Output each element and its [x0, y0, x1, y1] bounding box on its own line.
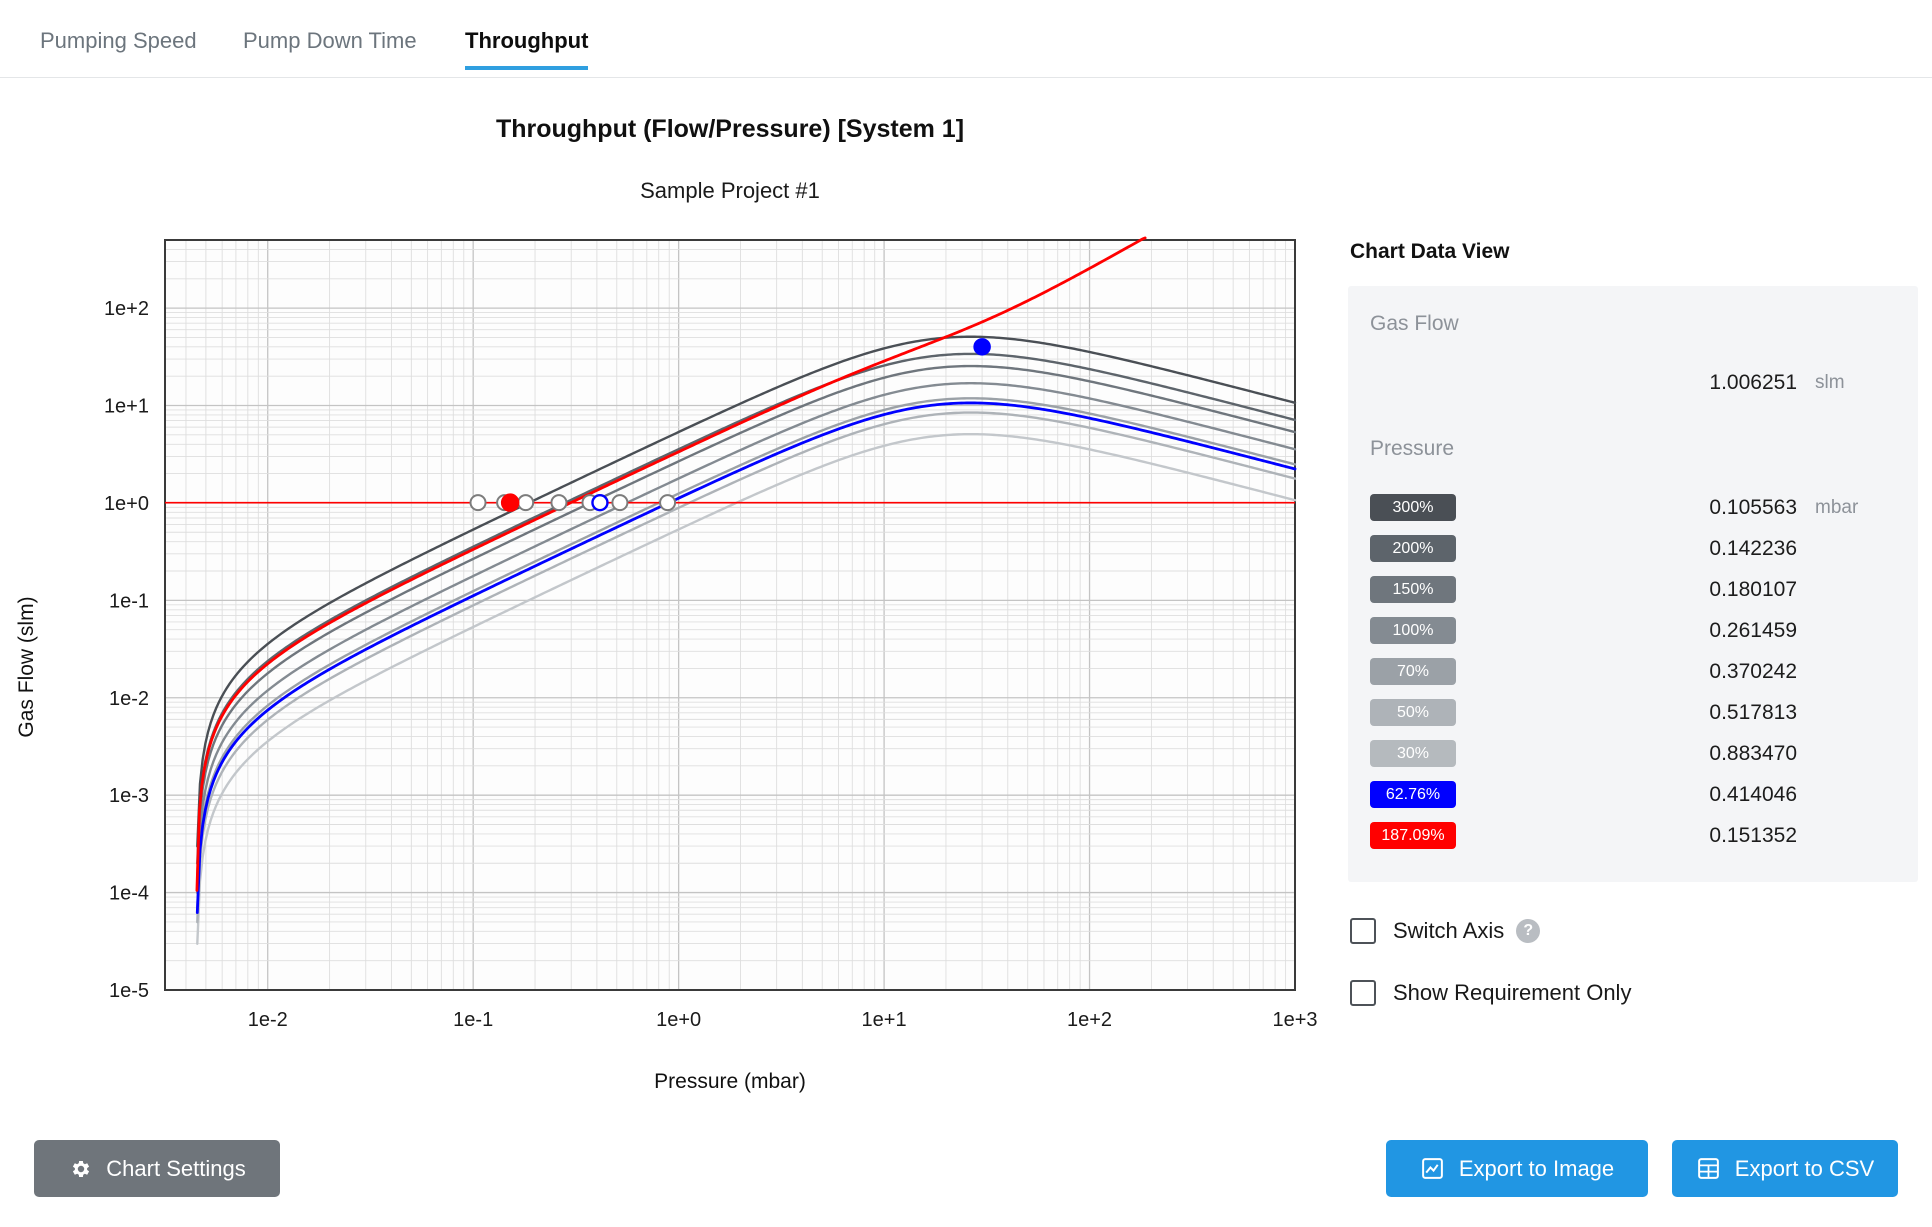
svg-text:1e+0: 1e+0 [656, 1009, 701, 1031]
pressure-row: 30% 0.883470 [1370, 733, 1890, 774]
pressure-value: 0.517813 [1709, 700, 1797, 724]
show-requirement-only-checkbox[interactable] [1350, 980, 1376, 1006]
series-badge[interactable]: 300% [1370, 494, 1456, 521]
pressure-value: 0.151352 [1709, 823, 1797, 847]
series-badge[interactable]: 30% [1370, 740, 1456, 767]
svg-text:1e-4: 1e-4 [109, 883, 149, 905]
pressure-row: 50% 0.517813 [1370, 692, 1890, 733]
series-badge[interactable]: 200% [1370, 535, 1456, 562]
pressure-value: 0.261459 [1709, 618, 1797, 642]
svg-text:1e+2: 1e+2 [1067, 1009, 1112, 1031]
svg-text:1e+3: 1e+3 [1272, 1009, 1317, 1031]
gas-flow-value: 1.006251 [1709, 370, 1797, 394]
throughput-plot[interactable]: 1e-2 1e-1 1e+0 1e+1 1e+2 1e+3 1e+2 1e+1 1e+0 1e-1… [0, 225, 1340, 1055]
pressure-row: 100% 0.261459 [1370, 610, 1890, 651]
series-badge[interactable]: 50% [1370, 699, 1456, 726]
gas-flow-label: Gas Flow [1370, 312, 1459, 335]
svg-text:1e+1: 1e+1 [862, 1009, 907, 1031]
switch-axis-label: Switch Axis [1393, 918, 1505, 943]
pressure-unit: mbar [1815, 496, 1859, 518]
pressure-row: 300% 0.105563 mbar [1370, 487, 1890, 528]
gas-flow-row: 1.006251 slm [1370, 362, 1890, 403]
pressure-value: 0.142236 [1709, 536, 1797, 560]
gas-flow-spacer [1370, 369, 1456, 396]
pressure-value: 0.180107 [1709, 577, 1797, 601]
pressure-label: Pressure [1370, 437, 1455, 460]
pressure-value: 0.883470 [1709, 741, 1797, 765]
svg-text:1e-2: 1e-2 [248, 1009, 288, 1031]
pressure-value: 0.414046 [1709, 782, 1797, 806]
export-to-image-button[interactable]: Export to Image [1386, 1140, 1648, 1197]
svg-text:1e+1: 1e+1 [104, 396, 149, 418]
tab-bar: Pumping Speed Pump Down Time Throughput [0, 0, 1932, 78]
svg-text:1e-2: 1e-2 [109, 688, 149, 710]
x-axis-label: Pressure (mbar) [654, 1070, 806, 1093]
switch-axis-checkbox[interactable] [1350, 918, 1376, 944]
chart-data-view-box: Gas Flow 1.006251 slm Pressure 300% 0.105… [1348, 286, 1918, 882]
svg-text:1e-5: 1e-5 [109, 980, 149, 1002]
chart-settings-label: Chart Settings [106, 1155, 246, 1181]
pressure-value: 0.105563 [1709, 495, 1797, 519]
tab-pump-down-time[interactable]: Pump Down Time [243, 28, 417, 66]
series-badge[interactable]: 70% [1370, 658, 1456, 685]
pressure-value: 0.370242 [1709, 659, 1797, 683]
series-badge[interactable]: 187.09% [1370, 822, 1456, 849]
pressure-row: 70% 0.370242 [1370, 651, 1890, 692]
gas-flow-unit: slm [1815, 371, 1845, 393]
tab-pumping-speed[interactable]: Pumping Speed [40, 28, 197, 66]
chart-data-view-panel: Chart Data View Gas Flow 1.006251 slm Pr… [1348, 240, 1918, 1006]
chart-area: Gas Flow (slm) Pressure (mbar) 1e-2 1e-1 1… [0, 225, 1340, 1125]
page-title: Throughput (Flow/Pressure) [System 1] [495, 115, 965, 143]
export-to-image-label: Export to Image [1458, 1155, 1615, 1181]
chart-data-view-title: Chart Data View [1350, 240, 1510, 263]
tab-throughput[interactable]: Throughput [465, 28, 589, 70]
pressure-row: 187.09% 0.151352 [1370, 815, 1890, 856]
page-subtitle: Sample Project #1 [640, 178, 820, 203]
gear-icon [73, 1160, 90, 1177]
help-icon[interactable]: ? [1516, 919, 1541, 943]
svg-text:1e+2: 1e+2 [104, 298, 149, 320]
image-export-icon [1421, 1158, 1443, 1179]
chart-options: Switch Axis ? Show Requirement Only [1348, 918, 1918, 1006]
chart-settings-button[interactable]: Chart Settings [34, 1140, 280, 1197]
pressure-row-list: 300% 0.105563 mbar 200% 0.142236 150% 0.180107… [1370, 487, 1890, 856]
svg-text:1e-1: 1e-1 [109, 590, 149, 612]
series-badge[interactable]: 150% [1370, 576, 1456, 603]
switch-axis-option[interactable]: Switch Axis ? [1350, 918, 1918, 944]
svg-text:1e-3: 1e-3 [109, 785, 149, 807]
show-requirement-only-label: Show Requirement Only [1393, 980, 1632, 1005]
pressure-row: 150% 0.180107 [1370, 569, 1890, 610]
pressure-row: 200% 0.142236 [1370, 528, 1890, 569]
svg-text:1e-1: 1e-1 [453, 1009, 493, 1031]
show-requirement-only-option[interactable]: Show Requirement Only [1350, 980, 1918, 1006]
export-to-csv-label: Export to CSV [1734, 1155, 1875, 1181]
series-badge[interactable]: 100% [1370, 617, 1456, 644]
table-export-icon [1697, 1158, 1719, 1179]
series-badge[interactable]: 62.76% [1370, 781, 1456, 808]
svg-text:1e+0: 1e+0 [104, 493, 149, 515]
export-to-csv-button[interactable]: Export to CSV [1672, 1140, 1898, 1197]
pressure-row: 62.76% 0.414046 [1370, 774, 1890, 815]
